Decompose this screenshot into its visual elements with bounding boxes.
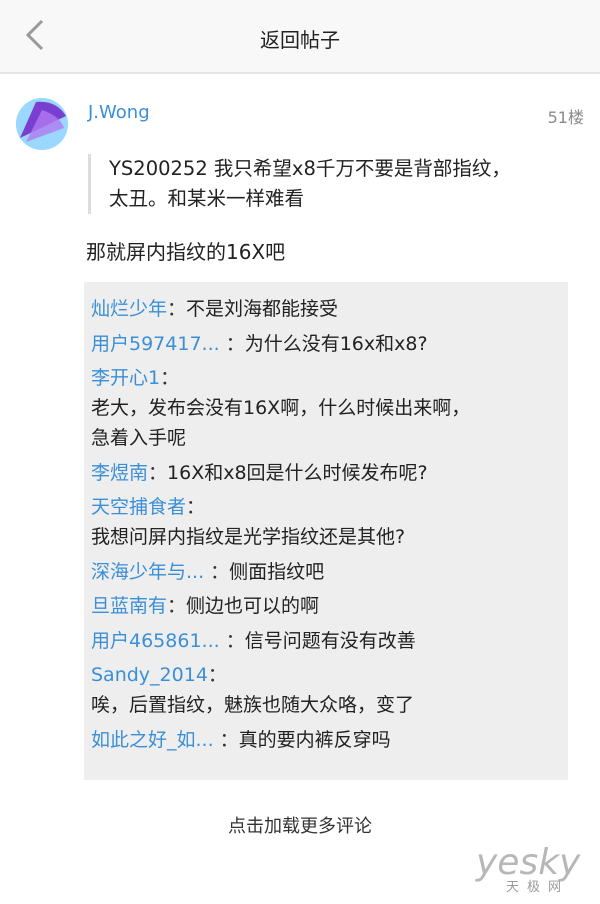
comment-item: 深海少年与... ：侧面指纹吧 (91, 560, 325, 583)
watermark-subtext: 天极网 (506, 880, 570, 895)
comment-text: 急着入手呢 (91, 426, 187, 449)
comment-text: 为什么没有16x和x8? (244, 332, 428, 355)
comment-item: 如此之好_如... ：真的要内裤反穿吗 (91, 728, 391, 751)
comment-author[interactable]: 旦蓝南有 (91, 595, 167, 617)
avatar-image (16, 98, 68, 150)
page-title: 返回帖子 (260, 28, 340, 52)
avatar[interactable] (16, 98, 68, 150)
quote-line: 太丑。和某米一样难看 (109, 187, 305, 210)
comment-text: 不是刘海都能接受 (186, 298, 339, 320)
comment-item: 天空捕食者： (91, 496, 206, 518)
comment-item: 李开心1： (91, 367, 180, 389)
comment-text: 真的要内裤反穿吗 (238, 728, 391, 751)
comment-item: 旦蓝南有：侧边也可以的啊 (91, 595, 320, 617)
comment-author[interactable]: 灿烂少年 (91, 298, 167, 320)
top-bar: 返回帖子 (0, 0, 600, 74)
comment-author[interactable]: 如此之好_如... (91, 729, 214, 751)
comment-text: 老大，发布会没有16X啊，什么时候出来啊， (91, 396, 471, 419)
comment-text: 信号问题有没有改善 (244, 629, 416, 652)
comment-item: 李煜南：16X和x8回是什么时候发布呢? (91, 461, 428, 484)
comment-author[interactable]: 天空捕食者 (91, 496, 186, 518)
comment-author[interactable]: 用户597417... (91, 333, 220, 355)
comment-author[interactable]: 用户465861... (91, 630, 220, 652)
comment-author[interactable]: Sandy_2014 (91, 664, 208, 686)
yesky-watermark-logo: yesky 天极网 (476, 842, 592, 896)
comment-author[interactable]: 李煜南 (91, 462, 148, 484)
comment-author[interactable]: 深海少年与... (91, 561, 204, 583)
comment-text: 16X和x8回是什么时候发布呢? (167, 461, 428, 484)
comment-text: 侧面指纹吧 (229, 560, 325, 583)
comment-item: 用户597417... ：为什么没有16x和x8? (91, 332, 428, 355)
reply-text: 那就屏内指纹的16X吧 (86, 240, 286, 264)
comment-text: 侧边也可以的啊 (186, 595, 320, 617)
comment-item: Sandy_2014： (91, 664, 227, 686)
comment-text: 唉，后置指纹，魅族也随大众咯，变了 (91, 693, 415, 716)
quoted-post: YS200252 我只希望x8千万不要是背部指纹， 太丑。和某米一样难看 (88, 154, 599, 214)
load-more-comments-button[interactable]: 点击加载更多评论 (0, 812, 600, 838)
post-username[interactable]: J.Wong (88, 102, 150, 123)
floor-number: 51楼 (547, 108, 584, 127)
comment-item: 用户465861... ：信号问题有没有改善 (91, 629, 416, 652)
comment-text: 我想问屏内指纹是光学指纹还是其他? (91, 525, 406, 548)
comment-author[interactable]: 李开心1 (91, 367, 160, 389)
comments-panel: 灿烂少年：不是刘海都能接受 用户597417... ：为什么没有16x和x8? … (84, 282, 568, 780)
quote-line: YS200252 我只希望x8千万不要是背部指纹， (109, 157, 511, 180)
comment-item: 灿烂少年：不是刘海都能接受 (91, 298, 339, 320)
